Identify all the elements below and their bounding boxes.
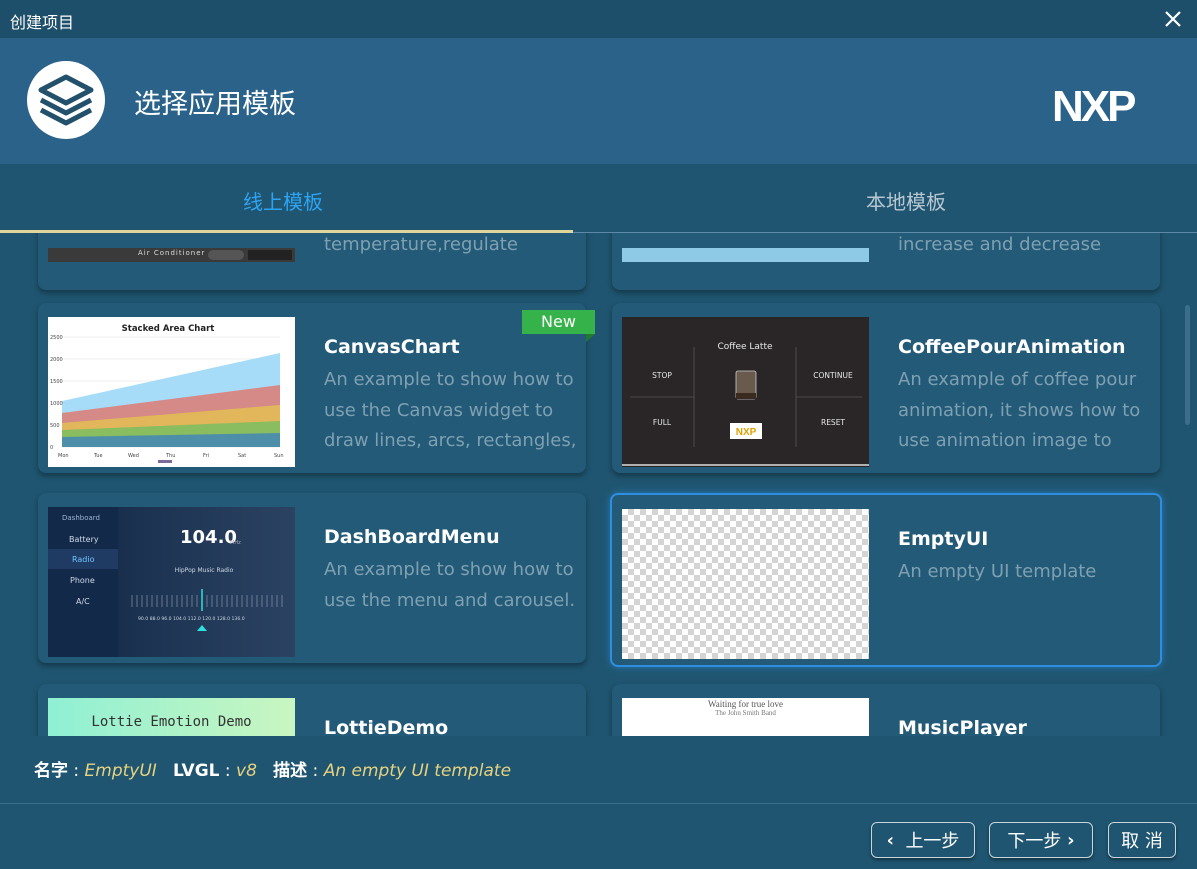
new-badge: New xyxy=(522,310,595,342)
template-card-musicplayer[interactable]: Waiting for true love The John Smith Ban… xyxy=(612,684,1160,736)
svg-text:Radio: Radio xyxy=(72,555,95,564)
name-label: 名字 xyxy=(34,761,68,781)
svg-text:90.0 88.0 96.0 104.0 112: 90.0 88.0 96.0 104.0 112.0 120.0 128.0 1… xyxy=(138,616,245,622)
name-value: EmptyUI xyxy=(84,761,157,781)
template-description: An example to show how to use the Canvas… xyxy=(324,369,577,451)
page-title: 选择应用模板 xyxy=(134,89,296,120)
svg-text:2000: 2000 xyxy=(50,357,63,363)
template-card-canvaschart[interactable]: Stacked Area Chart 2500 2000 1500 1000 5… xyxy=(38,303,595,473)
lvgl-label: LVGL xyxy=(173,761,220,781)
template-title: MusicPlayer xyxy=(898,717,1027,736)
template-title: DashBoardMenu xyxy=(324,526,500,548)
template-thumbnail xyxy=(622,509,869,659)
window-title: 创建项目 xyxy=(10,13,75,32)
svg-text:NXP: NXP xyxy=(736,427,757,438)
previous-button[interactable]: ‹ 上一步 xyxy=(871,822,975,858)
svg-text:A/C: A/C xyxy=(76,597,90,606)
svg-text:0: 0 xyxy=(50,445,53,451)
stacked-area-chart-thumbnail: Stacked Area Chart 2500 2000 1500 1000 5… xyxy=(50,324,284,463)
template-tabs: 线上模板 本地模板 xyxy=(0,164,1197,233)
svg-text:Stacked Area Chart: Stacked Area Chart xyxy=(122,324,215,334)
svg-text:Phone: Phone xyxy=(70,576,95,585)
template-description: An example to show how to use the menu a… xyxy=(324,559,576,611)
dashboard-thumbnail: Dashboard Battery Radio Phone A/C 104.0 … xyxy=(48,507,283,657)
svg-text:500: 500 xyxy=(50,423,60,429)
template-card-emptyui[interactable]: EmptyUI An empty UI template xyxy=(610,493,1162,667)
template-card-dashboardmenu[interactable]: Dashboard Battery Radio Phone A/C 104.0 … xyxy=(38,493,586,663)
svg-text:RESET: RESET xyxy=(821,418,845,427)
svg-text:Sat: Sat xyxy=(238,453,246,459)
template-thumbnail: Waiting for true love The John Smith Ban… xyxy=(622,698,869,736)
tab-local-templates[interactable]: 本地模板 xyxy=(866,186,946,215)
selected-template-info: 名字 : EmptyUI LVGL : v8 描述 : An empty UI … xyxy=(34,761,512,781)
template-title: CoffeePourAnimation xyxy=(898,336,1126,358)
svg-text:CONTINUE: CONTINUE xyxy=(813,371,853,380)
coffee-thumbnail: Coffee Latte STOP FULL CONTINUE RESET NX… xyxy=(622,342,869,466)
template-card[interactable]: Air Conditioner temperature,regulate xyxy=(38,233,586,290)
chevron-right-icon: › xyxy=(1067,829,1075,851)
svg-text:NXP: NXP xyxy=(1052,83,1135,125)
template-thumbnail: Coffee Latte STOP FULL CONTINUE RESET NX… xyxy=(622,317,869,467)
lvgl-value: v8 xyxy=(236,761,257,781)
svg-text:104.0: 104.0 xyxy=(180,527,237,548)
layers-icon xyxy=(38,74,94,126)
svg-text:FULL: FULL xyxy=(653,418,672,427)
svg-text:MHz: MHz xyxy=(230,540,241,546)
template-card-coffeepour[interactable]: Coffee Latte STOP FULL CONTINUE RESET NX… xyxy=(612,303,1160,473)
template-thumbnail: Lottie Emotion Demo xyxy=(48,698,295,736)
title-bar: 创建项目 xyxy=(0,0,1197,38)
template-thumbnail: Dashboard Battery Radio Phone A/C 104.0 … xyxy=(48,507,295,657)
svg-text:1500: 1500 xyxy=(50,379,63,385)
template-title: EmptyUI xyxy=(898,528,989,550)
tab-online-templates[interactable]: 线上模板 xyxy=(243,186,323,215)
scrollbar-thumb[interactable] xyxy=(1185,305,1190,425)
svg-text:1000: 1000 xyxy=(50,401,63,407)
svg-text:Coffee Latte: Coffee Latte xyxy=(717,342,773,352)
template-title: CanvasChart xyxy=(324,336,460,358)
svg-text:Battery: Battery xyxy=(69,535,99,544)
svg-text:STOP: STOP xyxy=(652,371,672,380)
template-description: An example of coffee pour animation, it … xyxy=(898,369,1141,451)
description-label: 描述 xyxy=(273,761,308,781)
svg-text:Dashboard: Dashboard xyxy=(62,514,100,522)
template-card[interactable]: increase and decrease xyxy=(612,233,1160,290)
close-icon[interactable] xyxy=(1161,7,1185,31)
template-description: An empty UI template xyxy=(898,561,1097,582)
header-banner: 选择应用模板 NXP xyxy=(0,38,1197,164)
svg-text:Wed: Wed xyxy=(128,453,139,459)
template-thumbnail: Air Conditioner xyxy=(48,248,295,262)
app-logo xyxy=(27,61,105,139)
svg-text:2500: 2500 xyxy=(50,335,63,341)
template-title: LottieDemo xyxy=(324,717,449,736)
template-card-lottiedemo[interactable]: Lottie Emotion Demo LottieDemo xyxy=(38,684,586,736)
svg-text:Fri: Fri xyxy=(203,453,209,459)
svg-text:Mon: Mon xyxy=(58,453,69,459)
template-grid: Air Conditioner temperature,regulate inc… xyxy=(0,233,1197,736)
cancel-button[interactable]: 取 消 xyxy=(1108,822,1176,858)
chevron-left-icon: ‹ xyxy=(886,829,894,851)
nxp-logo: NXP xyxy=(1052,83,1138,125)
template-description: increase and decrease xyxy=(898,234,1102,255)
next-button[interactable]: 下一步 › xyxy=(989,822,1093,858)
template-thumbnail: Stacked Area Chart 2500 2000 1500 1000 5… xyxy=(48,317,295,467)
description-value: An empty UI template xyxy=(323,761,512,781)
template-description: temperature,regulate xyxy=(324,234,518,255)
svg-text:HipPop Music Radio: HipPop Music Radio xyxy=(175,567,234,574)
template-thumbnail xyxy=(622,248,869,262)
svg-text:Tue: Tue xyxy=(93,453,103,459)
svg-text:Thu: Thu xyxy=(165,453,175,459)
footer: ‹ 上一步 下一步 › 取 消 xyxy=(0,803,1197,869)
svg-text:Sun: Sun xyxy=(274,453,284,459)
